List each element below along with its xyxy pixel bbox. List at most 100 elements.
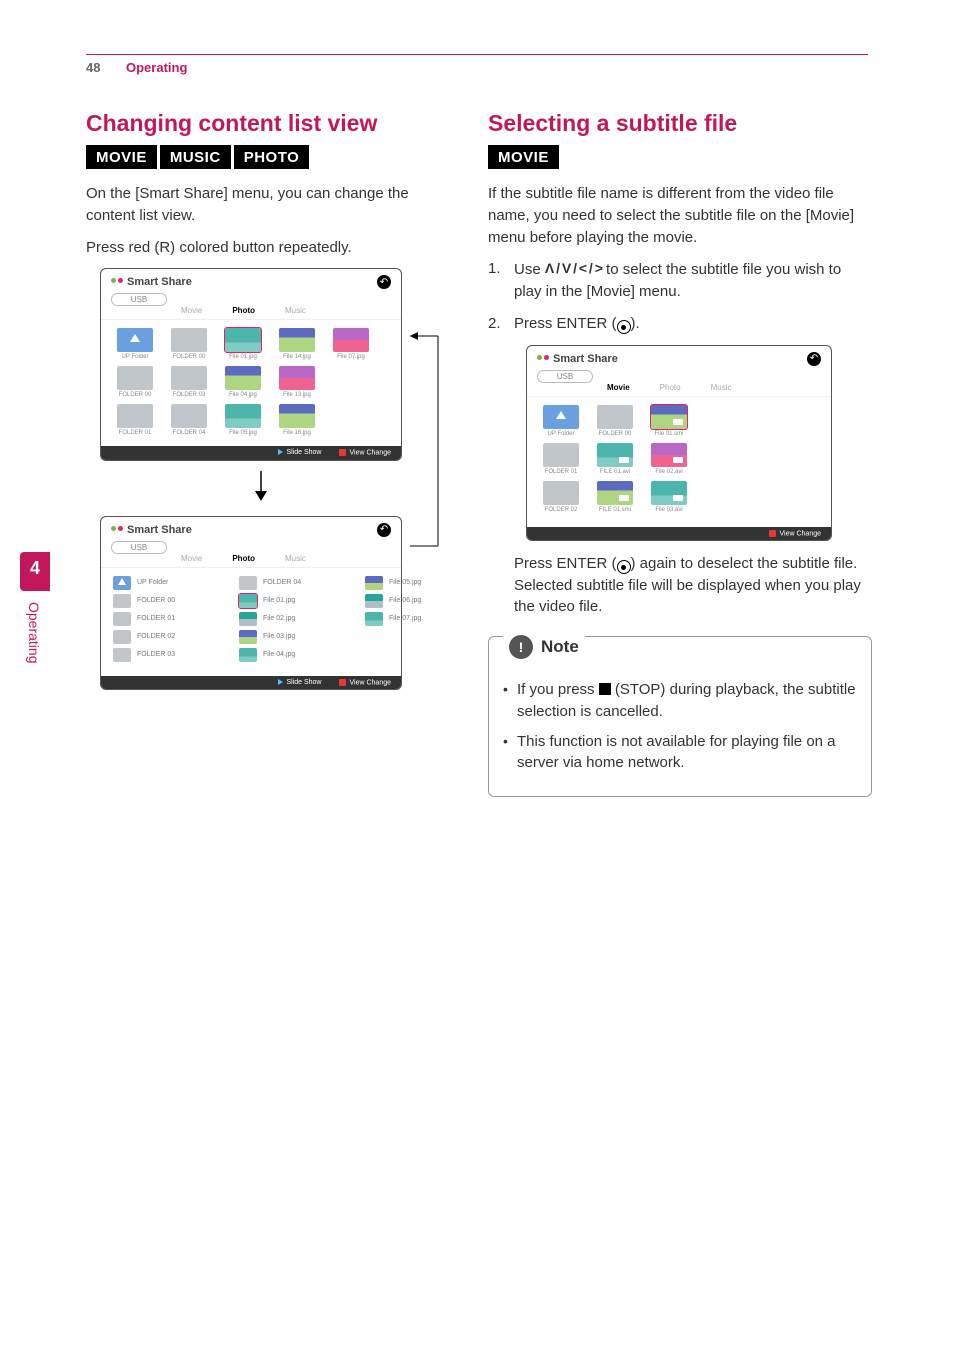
grid-label: File 05.jpg bbox=[221, 430, 265, 436]
list-label: File 03.jpg bbox=[263, 633, 295, 640]
folder-icon bbox=[239, 576, 257, 590]
list-label: FOLDER 01 bbox=[137, 615, 175, 622]
up-folder-icon bbox=[543, 405, 579, 429]
tab-music: Music bbox=[285, 306, 306, 315]
step-2-text-b: ). bbox=[631, 315, 640, 332]
right-heading: Selecting a subtitle file bbox=[488, 110, 872, 137]
grid-label: UP Folder bbox=[539, 431, 583, 437]
tab-photo: Photo bbox=[232, 306, 255, 315]
smart-share-logo-icon bbox=[537, 353, 549, 365]
footer-slideshow: Slide Show bbox=[278, 679, 321, 686]
tag-movie: MOVIE bbox=[86, 145, 157, 169]
usb-badge: USB bbox=[537, 370, 593, 383]
arrow-down-icon bbox=[252, 471, 270, 506]
folder-icon bbox=[113, 594, 131, 608]
photo-thumb-icon bbox=[225, 366, 261, 390]
list-label: UP Folder bbox=[137, 579, 168, 586]
footer-viewchange: View Change bbox=[339, 679, 391, 686]
subtitle-file-icon bbox=[651, 405, 687, 429]
right-tags: MOVIE bbox=[488, 145, 872, 169]
back-icon: ↶ bbox=[807, 352, 821, 366]
note-box: ! Note If you press (STOP) during playba… bbox=[488, 636, 872, 797]
folder-icon bbox=[117, 366, 153, 390]
photo-thumb-icon bbox=[365, 594, 383, 608]
note-1-a: If you press bbox=[517, 681, 599, 698]
subtitle-file-icon bbox=[597, 481, 633, 505]
step-2: Press ENTER (). bbox=[488, 313, 872, 335]
list-label: FOLDER 02 bbox=[137, 633, 175, 640]
grid-label: FOLDER 00 bbox=[167, 354, 211, 360]
left-paragraph-2: Press red (R) colored button repeatedly. bbox=[86, 237, 436, 259]
list-label: File 04.jpg bbox=[263, 651, 295, 658]
tab-music: Music bbox=[711, 383, 732, 392]
smart-share-movie-screenshot: Smart Share ↶ USB Movie Photo Music UP F… bbox=[526, 345, 832, 541]
smart-share-list-screenshot: Smart Share ↶ USB Movie Photo Music UP F… bbox=[100, 516, 402, 690]
folder-icon bbox=[543, 443, 579, 467]
usb-badge: USB bbox=[111, 541, 167, 554]
sidebar-tab: 4 bbox=[20, 552, 50, 591]
list-label: FOLDER 04 bbox=[263, 579, 301, 586]
list-label: FOLDER 00 bbox=[137, 597, 175, 604]
sidebar-label: Operating bbox=[26, 592, 42, 673]
connector-arrow-icon bbox=[410, 326, 440, 566]
folder-icon bbox=[171, 366, 207, 390]
tab-movie: Movie bbox=[607, 383, 630, 392]
sidebar-label-wrap: Operating bbox=[26, 592, 42, 673]
folder-icon bbox=[597, 405, 633, 429]
tag-music: MUSIC bbox=[160, 145, 231, 169]
grid-label: File 13.jpg bbox=[275, 392, 319, 398]
header-rule bbox=[86, 54, 868, 55]
grid-label: FILE 01.avi bbox=[593, 469, 637, 475]
dpad-icon: Λ / V / < / > bbox=[545, 260, 602, 276]
tag-photo: PHOTO bbox=[234, 145, 310, 169]
list-label: FOLDER 03 bbox=[137, 651, 175, 658]
photo-thumb-icon bbox=[279, 328, 315, 352]
step-2-text-a: Press ENTER ( bbox=[514, 315, 617, 332]
photo-thumb-icon bbox=[279, 404, 315, 428]
tag-movie: MOVIE bbox=[488, 145, 559, 169]
folder-icon bbox=[171, 328, 207, 352]
footer-slideshow: Slide Show bbox=[278, 449, 321, 456]
back-icon: ↶ bbox=[377, 523, 391, 537]
grid-label: File 01.jpg bbox=[221, 354, 265, 360]
photo-thumb-icon bbox=[279, 366, 315, 390]
grid-label: File 07.jpg bbox=[329, 354, 373, 360]
note-item-1: If you press (STOP) during playback, the… bbox=[503, 679, 857, 723]
photo-thumb-icon bbox=[365, 612, 383, 626]
up-folder-icon bbox=[113, 576, 131, 590]
smart-share-title: Smart Share bbox=[127, 524, 192, 536]
smart-share-logo-icon bbox=[111, 524, 123, 536]
grid-label: FOLDER 01 bbox=[539, 469, 583, 475]
grid-label: FOLDER 00 bbox=[113, 392, 157, 398]
back-icon: ↶ bbox=[377, 275, 391, 289]
folder-icon bbox=[113, 630, 131, 644]
footer-viewchange: View Change bbox=[339, 449, 391, 456]
smart-share-grid-screenshot: Smart Share ↶ USB Movie Photo Music UP F… bbox=[100, 268, 402, 460]
step-1-text-a: Use bbox=[514, 261, 545, 278]
photo-thumb-icon bbox=[239, 594, 257, 608]
grid-label: File 16.jpg bbox=[275, 430, 319, 436]
content-tabs: Movie Photo Music bbox=[527, 383, 831, 397]
grid-label: FOLDER 02 bbox=[539, 507, 583, 513]
photo-thumb-icon bbox=[239, 648, 257, 662]
list-label: File 05.jpg bbox=[389, 579, 421, 586]
tab-music: Music bbox=[285, 554, 306, 563]
photo-thumb-icon bbox=[239, 612, 257, 626]
up-folder-icon bbox=[117, 328, 153, 352]
after-paragraph: Press ENTER () again to deselect the sub… bbox=[514, 553, 872, 618]
list-label: File 01.jpg bbox=[263, 597, 295, 604]
grid-label: File 01.smi bbox=[647, 431, 691, 437]
footer-viewchange: View Change bbox=[769, 530, 821, 537]
note-item-2: This function is not available for playi… bbox=[503, 731, 857, 775]
grid-label: UP Folder bbox=[113, 354, 157, 360]
smart-share-title: Smart Share bbox=[553, 353, 618, 365]
enter-icon bbox=[617, 320, 631, 334]
folder-icon bbox=[113, 648, 131, 662]
grid-label: File 04.jpg bbox=[221, 392, 265, 398]
folder-icon bbox=[543, 481, 579, 505]
list-label: File 06.jpg bbox=[389, 597, 421, 604]
content-tabs: Movie Photo Music bbox=[101, 554, 401, 568]
after-text-a: Press ENTER ( bbox=[514, 555, 617, 572]
usb-badge: USB bbox=[111, 293, 167, 306]
folder-icon bbox=[113, 612, 131, 626]
